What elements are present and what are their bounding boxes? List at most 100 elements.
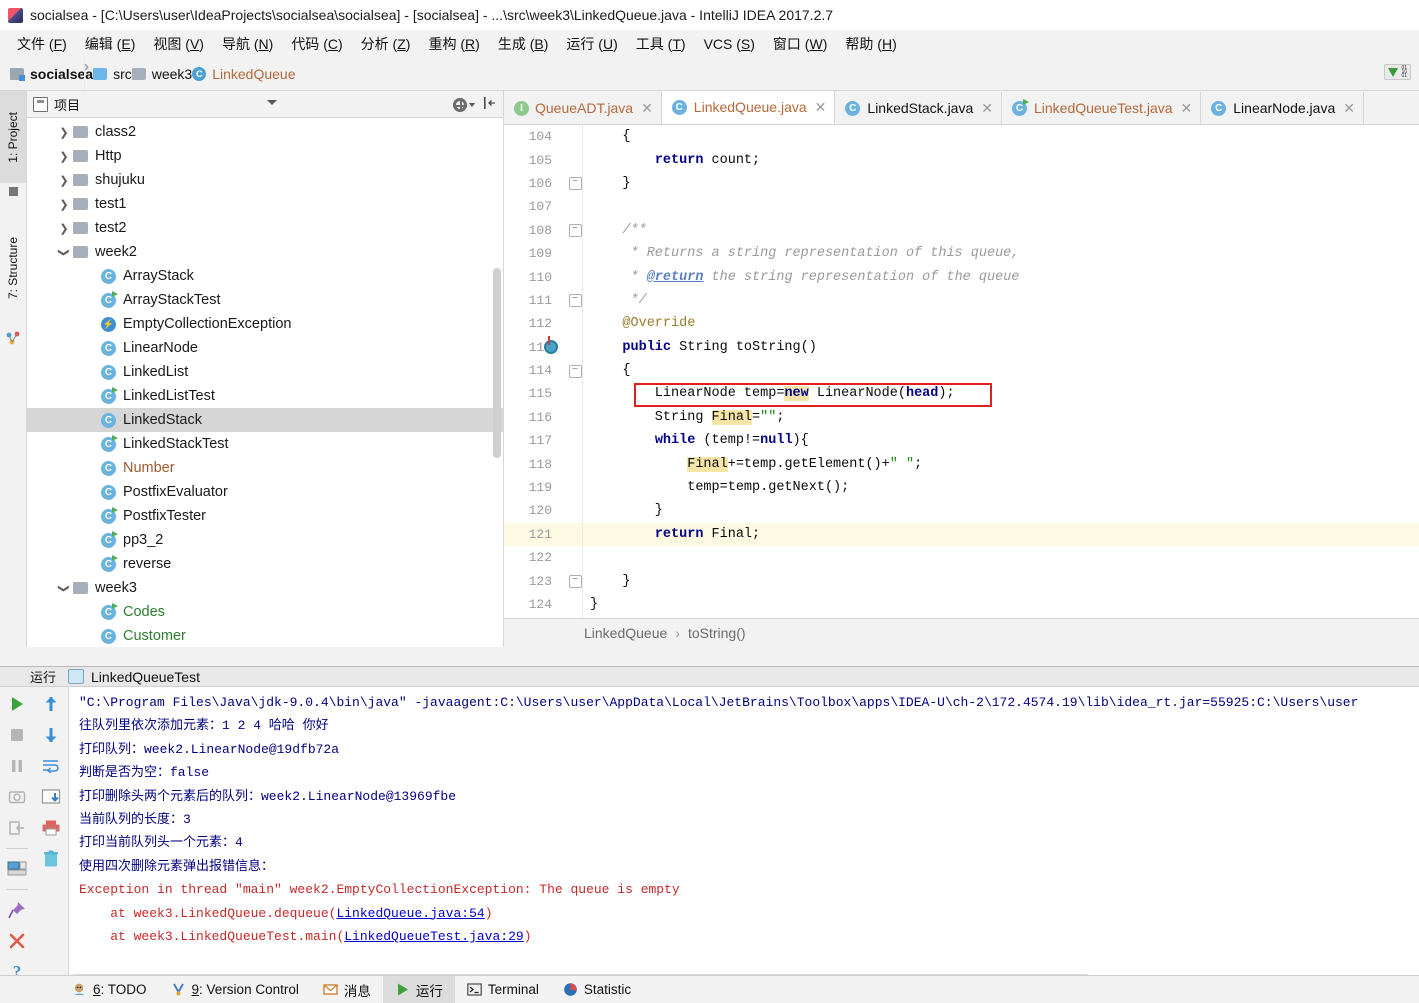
close-icon[interactable]: ✕ (1181, 100, 1193, 117)
menu-item-0[interactable]: 文件 (F) (8, 32, 76, 56)
status-button-versioncontrol[interactable]: 9: Version Control (159, 976, 311, 1003)
pause-button[interactable] (4, 753, 30, 779)
code-line-125[interactable]: 125 (504, 616, 1419, 618)
menu-bar[interactable]: 文件 (F) 编辑 (E) 视图 (V) 导航 (N) 代码 (C) 分析 (Z) 重构 (… (0, 30, 1419, 58)
code-line-111[interactable]: 111− */ (504, 289, 1419, 312)
code-line-120[interactable]: 120 } (504, 499, 1419, 522)
tree-item-codes[interactable]: C Codes (27, 600, 503, 624)
tree-item-emptycollectionexception[interactable]: ⚡ EmptyCollectionException (27, 312, 503, 336)
editor-breadcrumb-item-0[interactable]: LinkedQueue (584, 625, 667, 641)
editor-tab-linkedstack[interactable]: C LinkedStack.java ✕ (835, 92, 1002, 124)
editor-tab-linkedqueue[interactable]: C LinkedQueue.java ✕ (661, 91, 836, 124)
console-output[interactable]: "C:\Program Files\Java\jdk-9.0.4\bin\jav… (69, 687, 1419, 985)
scroll-up-button[interactable] (38, 691, 64, 717)
stacktrace-link[interactable]: LinkedQueue.java:54 (336, 906, 484, 921)
run-right-toolbar[interactable] (34, 687, 69, 985)
menu-item-2[interactable]: 视图 (V) (144, 32, 213, 56)
code-line-110[interactable]: 110 * @return the string representation … (504, 265, 1419, 288)
code-line-108[interactable]: 108− /** (504, 219, 1419, 242)
breadcrumb-item-week3[interactable]: week3 (131, 66, 192, 82)
clear-all-button[interactable] (38, 846, 64, 872)
tree-item-linkedstacktest[interactable]: C LinkedStackTest (27, 432, 503, 456)
tree-item-class2[interactable]: ❯ class2 (27, 120, 503, 144)
soft-wrap-button[interactable] (38, 753, 64, 779)
method-override-gutter-icon[interactable] (544, 335, 558, 354)
menu-item-10[interactable]: VCS (S) (695, 34, 764, 54)
tree-item-arraystack[interactable]: C ArrayStack (27, 264, 503, 288)
fold-marker-icon[interactable]: − (560, 574, 590, 589)
tree-item-number[interactable]: C Number (27, 456, 503, 480)
breadcrumb-item-src[interactable]: src (93, 66, 132, 82)
status-button-[interactable]: 运行 (382, 976, 455, 1003)
fold-marker-icon[interactable]: − (560, 223, 590, 238)
pin-tab-button[interactable] (4, 897, 30, 923)
editor-breadcrumb[interactable]: LinkedQueue › toString() (504, 618, 1419, 647)
code-line-104[interactable]: 104 { (504, 125, 1419, 148)
exit-button[interactable] (4, 815, 30, 841)
menu-item-6[interactable]: 重构 (R) (419, 32, 488, 56)
menu-item-7[interactable]: 生成 (B) (489, 32, 558, 56)
breadcrumb-item-socialsea[interactable]: socialsea (10, 66, 93, 82)
code-line-119[interactable]: 119 temp=temp.getNext(); (504, 476, 1419, 499)
project-tree[interactable]: ❯ class2 ❯ Http ❯ shujuku ❯ test1 ❯ test2 ❯ week2 C… (27, 118, 503, 647)
tree-item-linkedlist[interactable]: C LinkedList (27, 360, 503, 384)
tree-item-linkedlisttest[interactable]: C LinkedListTest (27, 384, 503, 408)
close-button[interactable] (4, 928, 30, 954)
editor-tab-linearnode[interactable]: C LinearNode.java ✕ (1201, 92, 1364, 124)
status-button-statistic[interactable]: Statistic (551, 976, 643, 1003)
status-button-terminal[interactable]: Terminal (455, 976, 551, 1003)
code-line-115[interactable]: 115 LinearNode temp=new LinearNode(head)… (504, 382, 1419, 408)
code-line-117[interactable]: 117 while (temp!=null){ (504, 429, 1419, 452)
chevron-right-icon[interactable]: ❯ (57, 126, 71, 139)
fold-marker-icon[interactable]: − (560, 364, 590, 378)
chevron-right-icon[interactable]: ❯ (57, 174, 71, 187)
code-line-123[interactable]: 123− } (504, 569, 1419, 592)
code-line-107[interactable]: 107 (504, 195, 1419, 218)
code-line-106[interactable]: 106− } (504, 172, 1419, 195)
menu-item-1[interactable]: 编辑 (E) (76, 32, 145, 56)
breadcrumb-item-linkedqueue[interactable]: C LinkedQueue (192, 66, 296, 82)
menu-item-12[interactable]: 帮助 (H) (836, 32, 905, 56)
menu-item-11[interactable]: 窗口 (W) (764, 32, 836, 56)
status-button-[interactable]: 消息 (311, 976, 383, 1003)
menu-item-8[interactable]: 运行 (U) (557, 32, 626, 56)
menu-item-3[interactable]: 导航 (N) (213, 32, 282, 56)
chevron-right-icon[interactable]: ❯ (57, 222, 71, 235)
scroll-down-button[interactable] (38, 722, 64, 748)
fold-marker-icon[interactable]: − (560, 293, 590, 308)
tool-button-project[interactable]: 1: Project (0, 91, 26, 183)
export-button[interactable] (38, 784, 64, 810)
code-line-121[interactable]: 121 return Final; (504, 522, 1419, 547)
close-icon[interactable]: ✕ (641, 100, 653, 117)
editor-tab-bar[interactable]: I QueueADT.java ✕ C LinkedQueue.java ✕ C Linked… (504, 91, 1419, 125)
chevron-right-icon[interactable]: ❯ (57, 198, 71, 211)
print-button[interactable] (38, 815, 64, 841)
close-icon[interactable]: ✕ (815, 99, 827, 116)
run-left-toolbar[interactable]: ? (0, 687, 34, 985)
tree-item-test2[interactable]: ❯ test2 (27, 216, 503, 240)
tree-item-pp3_2[interactable]: Cpp3_2 (27, 528, 503, 552)
code-line-105[interactable]: 105 return count; (504, 148, 1419, 171)
tree-item-linearnode[interactable]: C LinearNode (27, 336, 503, 360)
tree-item-reverse[interactable]: Creverse (27, 552, 503, 576)
tree-item-test1[interactable]: ❯ test1 (27, 192, 503, 216)
close-icon[interactable]: ✕ (981, 100, 993, 117)
tree-item-shujuku[interactable]: ❯ shujuku (27, 168, 503, 192)
status-button-todo[interactable]: 6: TODO (60, 976, 159, 1003)
menu-item-9[interactable]: 工具 (T) (627, 32, 695, 56)
stop-button[interactable] (4, 722, 30, 748)
code-line-113[interactable]: 113 public String toString() (504, 335, 1419, 359)
tree-item-postfixevaluator[interactable]: C PostfixEvaluator (27, 480, 503, 504)
code-editor[interactable]: 104 {105 return count; 106− } 107 108− /** 1… (504, 125, 1419, 618)
tree-item-arraystacktest[interactable]: C ArrayStackTest (27, 288, 503, 312)
close-icon[interactable]: ✕ (1343, 100, 1355, 117)
download-updates-button[interactable]: 01 10 01 (1384, 64, 1411, 80)
tree-item-http[interactable]: ❯ Http (27, 144, 503, 168)
code-line-114[interactable]: 114− { (504, 359, 1419, 382)
code-line-122[interactable]: 122 (504, 546, 1419, 569)
tree-item-customer[interactable]: C Customer (27, 624, 503, 647)
breadcrumb[interactable]: socialsea › src › week3 › C LinkedQueue › (10, 58, 296, 90)
editor-tab-linkedqueuetest[interactable]: C LinkedQueueTest.java ✕ (1002, 92, 1202, 124)
gear-button[interactable] (453, 97, 475, 112)
status-bar[interactable]: 6: TODO 9: Version Control 消息 运行 Terminal Sta… (0, 975, 1419, 1003)
